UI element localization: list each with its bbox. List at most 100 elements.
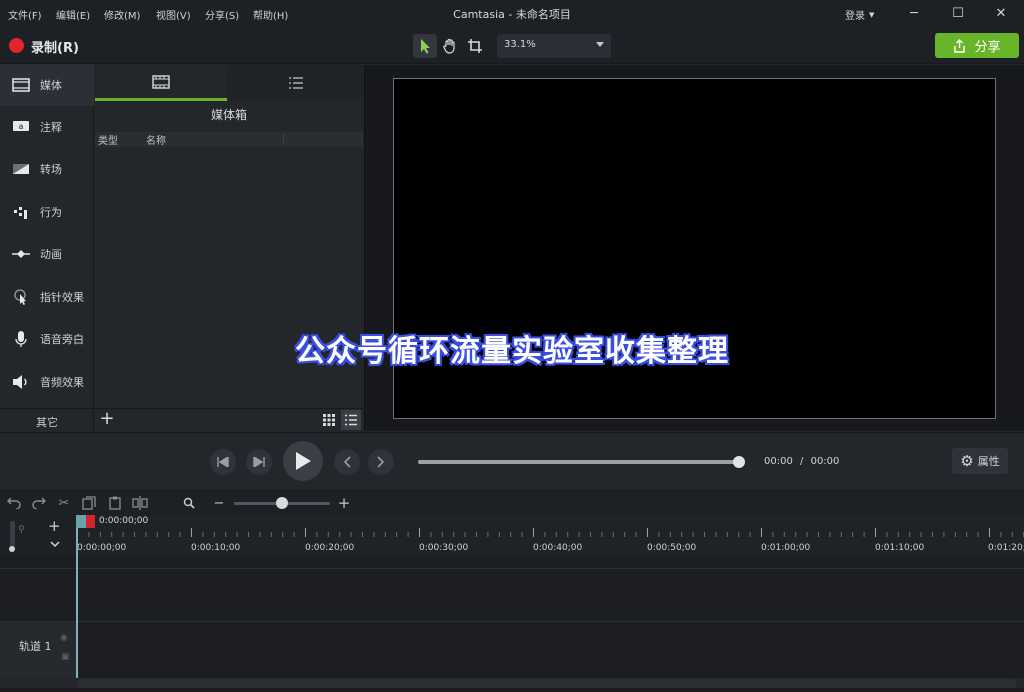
- sidebar-item-label: 注释: [40, 121, 62, 134]
- scrub-progress: [418, 460, 738, 464]
- track-controls-header: ⚲ +: [0, 515, 77, 555]
- split-icon: [132, 496, 148, 510]
- annotation-icon: a: [10, 118, 32, 136]
- tick-label: 0:01:10;00: [875, 543, 925, 553]
- properties-button[interactable]: ⚙ 属性: [952, 448, 1008, 474]
- copy-button[interactable]: [80, 494, 98, 512]
- speaker-icon: [10, 373, 32, 391]
- list-view-button[interactable]: [341, 410, 361, 430]
- list-icon: [288, 77, 303, 89]
- zoom-in-button[interactable]: +: [335, 494, 353, 512]
- play-button[interactable]: [283, 441, 323, 481]
- login-button[interactable]: 登录 ▼: [845, 7, 874, 23]
- zoom-select[interactable]: 33.1%: [497, 34, 611, 58]
- menu-view[interactable]: 视图(V): [156, 7, 191, 22]
- step-forward-button[interactable]: [246, 449, 272, 475]
- track-area[interactable]: [77, 555, 1024, 678]
- sidebar-item-media[interactable]: 媒体: [0, 64, 94, 106]
- crop-icon: [468, 39, 482, 53]
- scrub-handle[interactable]: [733, 456, 745, 468]
- crop-tool-button[interactable]: [463, 34, 487, 58]
- select-tool-button[interactable]: [413, 34, 437, 58]
- zoom-out-button[interactable]: −: [210, 494, 228, 512]
- chevron-right-icon: [377, 456, 385, 468]
- sidebar-item-other[interactable]: 其它: [0, 408, 94, 432]
- paste-button[interactable]: [106, 494, 124, 512]
- sidebar-item-cursor-effects[interactable]: 指针效果: [0, 276, 94, 318]
- close-button[interactable]: ✕: [986, 4, 1016, 24]
- timeline-horizontal-scrollbar[interactable]: [77, 679, 1017, 688]
- menu-modify[interactable]: 修改(M): [104, 7, 140, 22]
- step-back-button[interactable]: [210, 449, 236, 475]
- tick-label: 0:00:10;00: [191, 543, 241, 553]
- track-header-empty: [0, 555, 77, 622]
- tick-label: 0:01:20;0: [988, 543, 1024, 553]
- undo-button[interactable]: [5, 494, 23, 512]
- tick-label: 0:00:30;00: [419, 543, 469, 553]
- tick-label: 0:00:40;00: [533, 543, 583, 553]
- record-button[interactable]: 录制(R): [31, 37, 79, 56]
- menu-help[interactable]: 帮助(H): [253, 7, 288, 22]
- tick-label: 0:00:20;00: [305, 543, 355, 553]
- sidebar-item-label: 指针效果: [40, 291, 84, 304]
- film-icon: [10, 76, 32, 94]
- undo-icon: [7, 497, 21, 509]
- grid-view-button[interactable]: [320, 411, 338, 429]
- film-icon: [152, 74, 170, 89]
- minimize-button[interactable]: ─: [899, 4, 929, 24]
- playhead-end-marker[interactable]: [86, 515, 95, 528]
- time-readout: 00:00 / 00:00: [764, 456, 839, 467]
- column-name[interactable]: 名称: [146, 132, 166, 147]
- redo-button[interactable]: [30, 494, 48, 512]
- zoom-to-fit-button[interactable]: [180, 494, 198, 512]
- playhead-line[interactable]: [76, 528, 78, 678]
- chevron-down-icon[interactable]: [596, 42, 604, 47]
- record-icon[interactable]: [9, 38, 24, 53]
- watermark-overlay-text: 公众号循环流量实验室收集整理: [295, 334, 729, 369]
- add-media-button[interactable]: +: [98, 410, 116, 428]
- column-type[interactable]: 类型: [98, 132, 118, 147]
- track-height-handle[interactable]: [9, 546, 15, 552]
- menu-share[interactable]: 分享(S): [205, 7, 239, 22]
- menu-edit[interactable]: 编辑(E): [56, 7, 90, 22]
- tick-label: 0:00:50;00: [647, 543, 697, 553]
- sidebar-item-animations[interactable]: 动画: [0, 233, 94, 275]
- split-button[interactable]: [131, 494, 149, 512]
- playhead-start-marker[interactable]: [76, 515, 86, 528]
- tab-media-bin[interactable]: [95, 65, 227, 101]
- track-divider: [0, 568, 1024, 569]
- transition-icon: [10, 160, 32, 178]
- add-track-button[interactable]: +: [48, 517, 61, 535]
- current-time: 00:00: [764, 456, 793, 467]
- tab-library[interactable]: [228, 65, 363, 101]
- share-label: 分享: [974, 40, 1001, 55]
- next-clip-button[interactable]: [368, 449, 394, 475]
- lock-icon[interactable]: ▣: [61, 652, 70, 662]
- sidebar-item-transitions[interactable]: 转场: [0, 148, 94, 190]
- total-time: 00:00: [810, 456, 840, 467]
- sidebar-item-behaviors[interactable]: 行为: [0, 191, 94, 233]
- animation-icon: [10, 245, 32, 263]
- track-label[interactable]: 轨道 1: [19, 638, 52, 654]
- eye-icon[interactable]: ◉: [60, 633, 68, 643]
- track-divider: [0, 621, 1024, 622]
- pan-tool-button[interactable]: [438, 34, 462, 58]
- collapse-tracks-button[interactable]: [50, 538, 60, 551]
- previous-clip-button[interactable]: [334, 449, 360, 475]
- time-separator: /: [800, 456, 804, 467]
- share-button[interactable]: 分享: [935, 33, 1019, 58]
- maximize-button[interactable]: ☐: [943, 4, 973, 24]
- chevron-down-icon: [50, 541, 60, 548]
- step-forward-icon: [253, 457, 265, 467]
- grid-icon: [323, 414, 335, 426]
- paste-icon: [109, 496, 121, 510]
- menu-file[interactable]: 文件(F): [8, 7, 42, 22]
- cut-button[interactable]: ✂: [55, 494, 73, 512]
- window-bottom-edge: [0, 688, 1024, 692]
- sidebar-item-annotations[interactable]: a 注释: [0, 106, 94, 148]
- magnifier-icon: ⚲: [18, 525, 25, 535]
- timeline-zoom-handle[interactable]: [276, 497, 288, 509]
- behavior-icon: [10, 203, 32, 221]
- sidebar-item-label: 音频效果: [40, 376, 84, 389]
- redo-icon: [32, 497, 46, 509]
